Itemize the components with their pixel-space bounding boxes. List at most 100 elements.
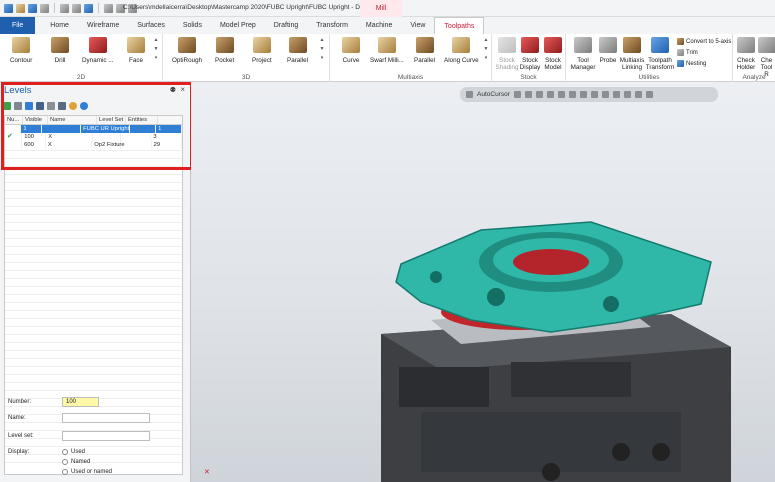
radio-dot [62,449,68,455]
find-icon[interactable] [14,102,22,110]
toolpath-transform-button[interactable]: Toolpath Transform [646,37,674,71]
drill-icon [51,37,69,53]
tab-home[interactable]: Home [41,17,78,34]
multiaxis-linking-button[interactable]: Multiaxis Linking [619,37,645,71]
print-preview-icon[interactable] [72,3,81,13]
pocket-icon [215,37,234,53]
group-label-analyze: Analyze [742,74,766,81]
col-visible[interactable]: Visible [23,116,48,124]
tab-model-prep[interactable]: Model Prep [211,17,265,34]
row-entities: 1 [156,125,182,133]
vise-jaw-left [399,367,489,407]
properties-icon[interactable] [58,102,66,110]
bolt-hole [542,463,560,481]
display-label: Display: [8,449,30,455]
tab-surfaces[interactable]: Surfaces [128,17,174,34]
save-view-icon[interactable] [84,3,93,13]
stock-model-icon [544,37,562,53]
tab-drafting[interactable]: Drafting [265,17,308,34]
settings-gear-icon[interactable] [69,102,77,110]
add-level-icon[interactable] [3,102,11,110]
face-button[interactable]: Face [127,37,145,64]
graphics-viewport[interactable]: AutoCursor ✕ [191,82,775,482]
tab-file[interactable]: File [0,17,36,34]
tool-manager-icon [574,37,592,53]
number-field[interactable]: 100 [62,397,99,407]
trim-button[interactable]: Trim [677,49,698,56]
radio-named[interactable]: Named [62,459,90,465]
tab-solids[interactable]: Solids [174,17,211,34]
nesting-button[interactable]: Nesting [677,60,706,67]
row-level-set [130,125,157,133]
row-entities: 29 [152,141,183,149]
gallery-scroll-multiaxis[interactable]: ▲ ▼ ▾ [483,37,489,67]
print-icon[interactable] [60,3,69,13]
convert-5axis-icon [677,38,684,45]
col-name[interactable]: Name [48,116,97,124]
table-row[interactable]: 600 X Op2 Fixture 29 [5,141,183,149]
open-folder-icon[interactable] [16,3,25,13]
new-file-icon[interactable] [4,3,13,13]
pocket-button[interactable]: Pocket [215,37,234,64]
eraser-icon[interactable] [47,102,55,110]
levels-panel: Levels ⚉ × Nu... Visible Name Level Set … [0,82,191,482]
check-holder-button[interactable]: Check Holder [736,37,756,71]
curve-button[interactable]: Curve [342,37,360,64]
tab-toolpaths[interactable]: Toolpaths [434,17,485,34]
save-as-icon[interactable] [40,3,49,13]
optirough-icon [178,37,197,53]
probe-button[interactable]: Probe [599,37,617,64]
radio-used-or-named[interactable]: Used or named [62,469,112,475]
radio-used[interactable]: Used [62,449,85,455]
row-name: FUBC UR Upright [81,125,131,133]
set-main-icon[interactable] [25,102,33,110]
help-icon[interactable] [80,102,88,110]
tab-wireframe[interactable]: Wireframe [78,17,128,34]
row-visible[interactable] [41,125,82,133]
row-number: 100 [22,133,47,141]
mill-context-tab: Mill [360,0,402,17]
pin-icon[interactable]: ⚉ [170,86,176,94]
contour-button[interactable]: Contour [10,37,32,64]
parallel-multiaxis-button[interactable]: Parallel [414,37,435,64]
row-visible[interactable]: X [46,133,94,141]
col-entities[interactable]: Entities [126,116,158,124]
stock-display-button[interactable]: Stock Display [520,37,540,71]
stock-shading-icon [498,37,516,53]
project-icon [252,37,271,53]
row-visible[interactable]: X [46,141,93,149]
convert-5axis-button[interactable]: Convert to 5-axis [677,38,731,45]
tab-view[interactable]: View [401,17,434,34]
col-number[interactable]: Nu... [5,116,23,124]
ribbon-tabs: File Home Wireframe Surfaces Solids Mode… [0,17,775,34]
tab-machine[interactable]: Machine [357,17,401,34]
parallel-3d-button[interactable]: Parallel [287,37,308,64]
gallery-scroll-2d[interactable]: ▲ ▼ ▾ [153,37,159,67]
bolt-hole [612,443,630,461]
tab-transform[interactable]: Transform [307,17,357,34]
name-field[interactable] [62,413,150,423]
close-icon[interactable]: × [180,85,185,94]
level-set-field[interactable] [62,431,150,441]
tool-manager-button[interactable]: Tool Manager [571,37,595,71]
check-tool-reach-button[interactable]: Che Tool R [758,37,775,78]
group-3d: OptiRough Pocket Project Parallel ▲ ▼ ▾ 3D [163,34,330,82]
along-curve-button[interactable]: Along Curve [444,37,479,64]
table-row[interactable]: 1 FUBC UR Upright 1 [5,125,182,133]
stock-shading-button[interactable]: Stock Shading [495,37,519,71]
project-button[interactable]: Project [252,37,272,64]
col-level-set[interactable]: Level Set [97,116,126,124]
gallery-scroll-3d[interactable]: ▲ ▼ ▾ [319,37,325,67]
level-stack-icon[interactable] [36,102,44,110]
save-icon[interactable] [28,3,37,13]
swarf-milling-button[interactable]: Swarf Milli... [370,37,404,64]
table-row[interactable]: ✔ 100 X 3 [5,133,182,141]
stock-model-button[interactable]: Stock Model [542,37,564,71]
undo-icon[interactable] [104,3,113,13]
parallel-multiaxis-icon [415,37,434,53]
contour-icon [12,37,31,53]
dynamic-button[interactable]: Dynamic ... [82,37,114,64]
drill-button[interactable]: Drill [51,37,69,64]
optirough-button[interactable]: OptiRough [172,37,202,64]
stock-display-icon [521,37,539,53]
